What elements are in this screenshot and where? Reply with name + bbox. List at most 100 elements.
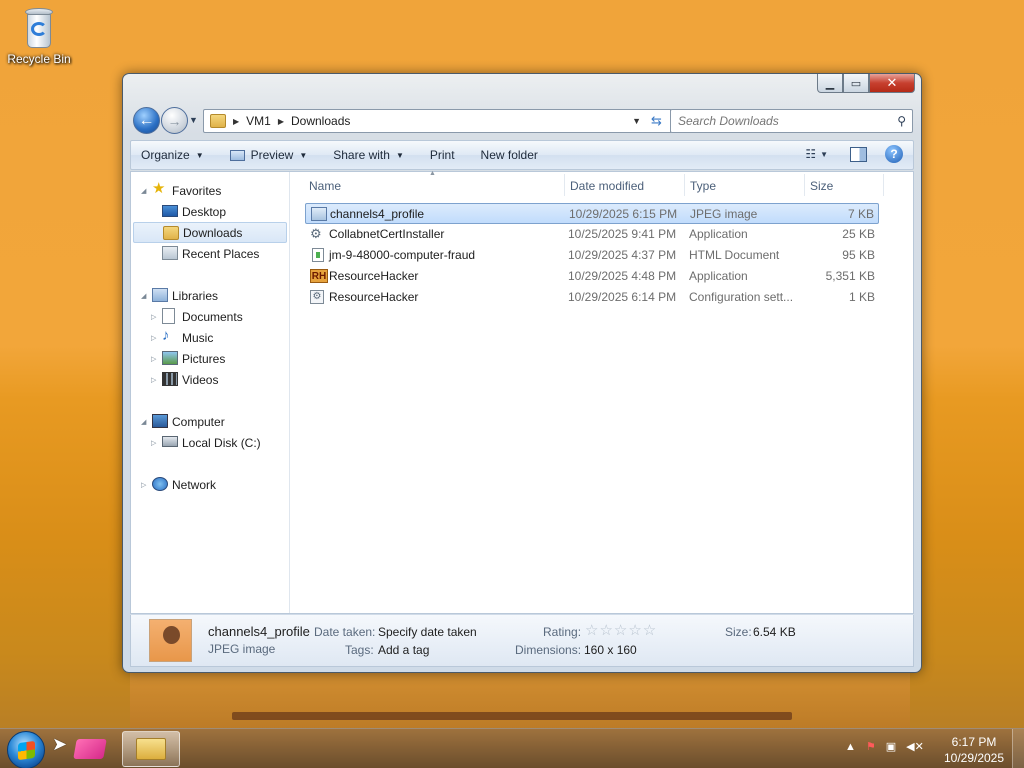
column-header-type[interactable]: Type xyxy=(690,179,716,193)
file-size: 7 KB xyxy=(847,207,874,221)
search-icon[interactable]: ⚲ xyxy=(897,114,906,128)
nav-computer-label: Computer xyxy=(172,414,225,429)
column-divider[interactable] xyxy=(684,174,685,196)
expand-icon[interactable]: ◢ xyxy=(141,418,146,426)
file-row[interactable]: channels4_profile 10/29/2025 6:15 PM JPE… xyxy=(305,203,879,224)
recent-pages-dropdown[interactable]: ▼ xyxy=(189,115,198,125)
mouse-cursor-icon: ➤ xyxy=(52,734,68,754)
nav-libraries[interactable]: ◢ Libraries xyxy=(131,285,288,306)
nav-documents-label: Documents xyxy=(182,309,243,324)
column-header-size[interactable]: Size xyxy=(810,179,833,193)
expand-icon[interactable]: ▷ xyxy=(151,313,156,321)
expand-icon[interactable]: ▷ xyxy=(151,334,156,342)
file-row[interactable]: jm-9-48000-computer-fraud 10/29/2025 4:3… xyxy=(305,245,879,266)
file-type: Application xyxy=(689,269,748,283)
nav-network[interactable]: ▷ Network xyxy=(131,474,288,495)
print-button[interactable]: Print xyxy=(430,148,455,162)
back-button[interactable]: ← xyxy=(133,107,160,134)
chevron-right-icon[interactable]: ▶ xyxy=(278,117,284,126)
tags-value[interactable]: Add a tag xyxy=(378,643,429,657)
chevron-down-icon: ▼ xyxy=(195,150,204,160)
sort-ascending-icon: ▲ xyxy=(429,170,436,177)
recycle-bin-desktop-icon[interactable]: Recycle Bin xyxy=(4,6,74,66)
nav-libraries-label: Libraries xyxy=(172,288,219,303)
nav-music-label: Music xyxy=(182,330,214,345)
address-bar[interactable]: ▶ VM1 ▶ Downloads ▼ xyxy=(203,109,648,133)
organize-button[interactable]: Organize ▼ xyxy=(141,148,204,162)
nav-recent-places[interactable]: Recent Places xyxy=(131,243,288,264)
date-taken-value[interactable]: Specify date taken xyxy=(378,625,477,639)
chevron-right-icon[interactable]: ▶ xyxy=(233,117,239,126)
nav-favorites[interactable]: ◢ ★ Favorites xyxy=(131,180,288,201)
column-header-date-modified[interactable]: Date modified xyxy=(570,179,644,193)
help-icon[interactable]: ? xyxy=(885,145,903,163)
videos-icon xyxy=(162,372,178,386)
breadcrumb-downloads[interactable]: Downloads xyxy=(291,114,350,128)
chevron-down-icon: ▼ xyxy=(299,150,308,160)
views-dropdown-icon[interactable]: ▼ xyxy=(820,150,828,159)
taskbar-explorer-button[interactable] xyxy=(122,731,180,767)
refresh-icon: ⇆ xyxy=(651,113,662,128)
address-dropdown-icon[interactable]: ▼ xyxy=(632,116,641,126)
file-size: 5,351 KB xyxy=(825,269,875,283)
file-name: channels4_profile xyxy=(330,207,425,221)
forward-button[interactable]: → xyxy=(161,107,188,134)
column-divider[interactable] xyxy=(883,174,884,196)
refresh-button[interactable]: ⇆ xyxy=(643,109,671,133)
nav-computer[interactable]: ◢ Computer xyxy=(131,411,288,432)
show-desktop-button[interactable] xyxy=(1012,729,1024,768)
expand-icon[interactable]: ▷ xyxy=(141,481,146,489)
file-row[interactable]: ⚙ ResourceHacker 10/29/2025 6:14 PM Conf… xyxy=(305,287,879,308)
nav-videos[interactable]: ▷ Videos xyxy=(131,369,288,390)
new-folder-button[interactable]: New folder xyxy=(481,148,538,162)
dimensions-value: 160 x 160 xyxy=(584,643,637,657)
file-type: Configuration sett... xyxy=(689,290,794,304)
file-date: 10/29/2025 4:48 PM xyxy=(568,269,677,283)
nav-documents[interactable]: ▷ Documents xyxy=(131,306,288,327)
windows-logo-icon xyxy=(18,740,35,761)
nav-music[interactable]: ▷ ♪ Music xyxy=(131,327,288,348)
maximize-icon: ▭ xyxy=(850,77,862,90)
preview-pane-icon[interactable] xyxy=(850,146,867,162)
column-divider[interactable] xyxy=(804,174,805,196)
file-row[interactable]: ⚙ CollabnetCertInstaller 10/25/2025 9:41… xyxy=(305,224,879,245)
maximize-button[interactable]: ▭ xyxy=(843,74,869,93)
rating-stars[interactable]: ☆☆☆☆☆ xyxy=(585,621,657,639)
expand-icon[interactable]: ◢ xyxy=(141,187,146,195)
taskbar-app-pinned[interactable] xyxy=(68,732,112,766)
clock[interactable]: 6:17 PM 10/29/2025 xyxy=(940,734,1008,766)
nav-desktop[interactable]: Desktop xyxy=(131,201,288,222)
column-header-name[interactable]: Name xyxy=(309,179,341,193)
details-filetype: JPEG image xyxy=(208,642,276,656)
local-disk-icon xyxy=(162,436,178,447)
file-row[interactable]: RH ResourceHacker 10/29/2025 4:48 PM App… xyxy=(305,266,879,287)
views-icon[interactable]: ☷ xyxy=(805,147,816,161)
details-filename: channels4_profile xyxy=(208,624,310,639)
volume-muted-icon[interactable]: ◀✕ xyxy=(906,740,924,753)
column-divider[interactable] xyxy=(564,174,565,196)
show-hidden-icons-icon[interactable]: ▲ xyxy=(845,741,856,753)
expand-icon[interactable]: ▷ xyxy=(151,376,156,384)
start-button[interactable] xyxy=(7,731,45,768)
search-input[interactable] xyxy=(678,114,878,128)
close-button[interactable]: ✕ xyxy=(869,74,915,93)
network-status-icon[interactable]: ▣ xyxy=(886,740,896,753)
expand-icon[interactable]: ▷ xyxy=(151,439,156,447)
nav-local-disk-label: Local Disk (C:) xyxy=(182,435,261,450)
nav-pictures[interactable]: ▷ Pictures xyxy=(131,348,288,369)
expand-icon[interactable]: ▷ xyxy=(151,355,156,363)
preview-button[interactable]: Preview ▼ xyxy=(229,148,308,162)
downloads-folder-icon xyxy=(163,226,179,240)
command-bar: Organize ▼ Preview ▼ Share with ▼ Print New… xyxy=(130,140,914,170)
action-center-icon[interactable]: ⚑ xyxy=(866,740,876,753)
nav-local-disk[interactable]: ▷ Local Disk (C:) xyxy=(131,432,288,453)
music-icon: ♪ xyxy=(162,327,170,344)
minimize-button[interactable]: ▁ xyxy=(817,74,843,93)
breadcrumb-vm1[interactable]: VM1 xyxy=(246,114,271,128)
expand-icon[interactable]: ◢ xyxy=(141,292,146,300)
nav-videos-label: Videos xyxy=(182,372,219,387)
nav-downloads[interactable]: Downloads xyxy=(133,222,287,243)
organize-label: Organize xyxy=(141,148,190,162)
search-box[interactable]: ⚲ xyxy=(670,109,913,133)
share-with-button[interactable]: Share with ▼ xyxy=(333,148,404,162)
